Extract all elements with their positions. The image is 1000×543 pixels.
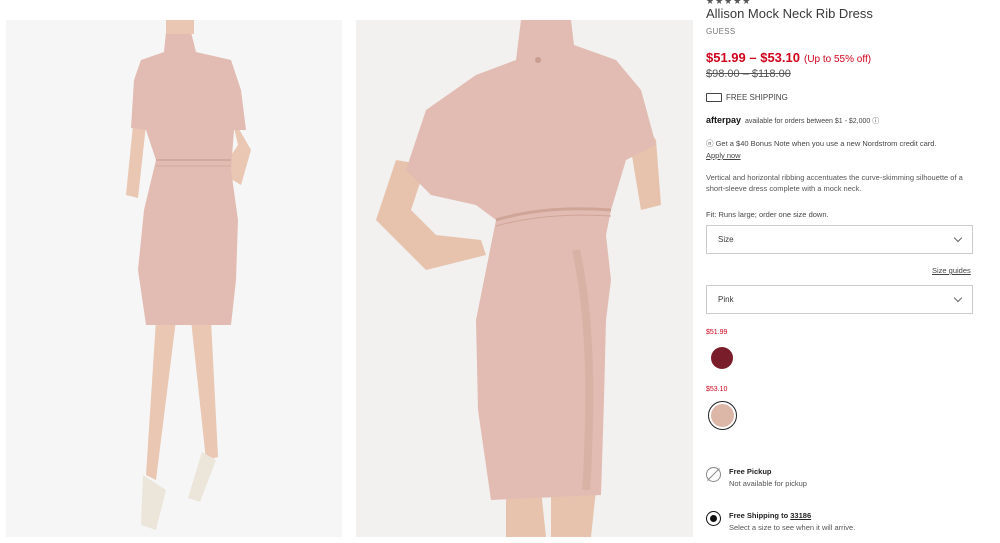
radio-disabled-icon[interactable]	[706, 467, 721, 482]
free-shipping-label: FREE SHIPPING	[726, 93, 788, 102]
pickup-title: Free Pickup	[729, 467, 772, 476]
product-title: Allison Mock Neck Rib Dress	[706, 6, 873, 21]
info-icon[interactable]: ⓘ	[872, 118, 879, 125]
color-swatch-pink[interactable]	[708, 401, 737, 430]
color-swatch-burgundy[interactable]	[711, 347, 733, 369]
swatch-price: $51.99	[706, 329, 728, 336]
product-image-back[interactable]	[356, 20, 693, 537]
afterpay-text: available for orders between $1 - $2,000	[744, 118, 871, 125]
size-guides-link[interactable]: Size guides	[932, 266, 971, 275]
free-shipping-option[interactable]: Free Shipping to 33186 Select a size to …	[706, 511, 855, 535]
size-select[interactable]: Size	[706, 225, 973, 254]
truck-icon	[706, 93, 722, 102]
fit-label: Fit:	[706, 210, 717, 219]
size-select-value: Size	[718, 235, 734, 244]
color-select-value: Pink	[718, 295, 734, 304]
brand-link[interactable]: GUESS	[706, 27, 736, 36]
free-shipping-badge: FREE SHIPPING	[706, 93, 788, 102]
discount-label: (Up to 55% off)	[803, 54, 872, 65]
color-select[interactable]: Pink	[706, 285, 973, 314]
chevron-down-icon	[953, 233, 963, 243]
swatch-fill	[711, 404, 734, 427]
chevron-down-icon	[953, 293, 963, 303]
bonus-note: ⓝ Get a $40 Bonus Note when you use a ne…	[706, 138, 976, 162]
fit-note: Fit: Runs large; order one size down.	[706, 210, 829, 219]
free-pickup-option[interactable]: Free Pickup Not available for pickup	[706, 467, 807, 491]
product-image-front[interactable]	[6, 20, 342, 537]
swatch-price: $53.10	[706, 386, 728, 393]
original-price: $98.00 – $118.00	[706, 68, 791, 80]
fit-text: Runs large; order one size down.	[718, 210, 829, 219]
afterpay-logo: afterpay	[706, 115, 742, 125]
shipping-title: Free Shipping to 33186	[729, 511, 855, 521]
nordstrom-card-icon: ⓝ	[706, 139, 714, 148]
product-description: Vertical and horizontal ribbing accentua…	[706, 173, 963, 193]
apply-now-link[interactable]: Apply now	[706, 151, 741, 160]
radio-selected-icon[interactable]	[706, 511, 721, 526]
bonus-note-text: Get a $40 Bonus Note when you use a new …	[715, 139, 937, 148]
price-range: $51.99 – $53.10 (Up to 55% off)	[706, 50, 871, 65]
zip-code-link[interactable]: 33186	[790, 511, 811, 520]
afterpay-message: afterpay available for orders between $1…	[706, 115, 879, 126]
shipping-status: Select a size to see when it will arrive…	[729, 523, 856, 532]
current-price: $51.99 – $53.10	[706, 50, 800, 65]
shipping-title-text: Free Shipping to	[729, 511, 789, 520]
pickup-status: Not available for pickup	[729, 479, 807, 488]
